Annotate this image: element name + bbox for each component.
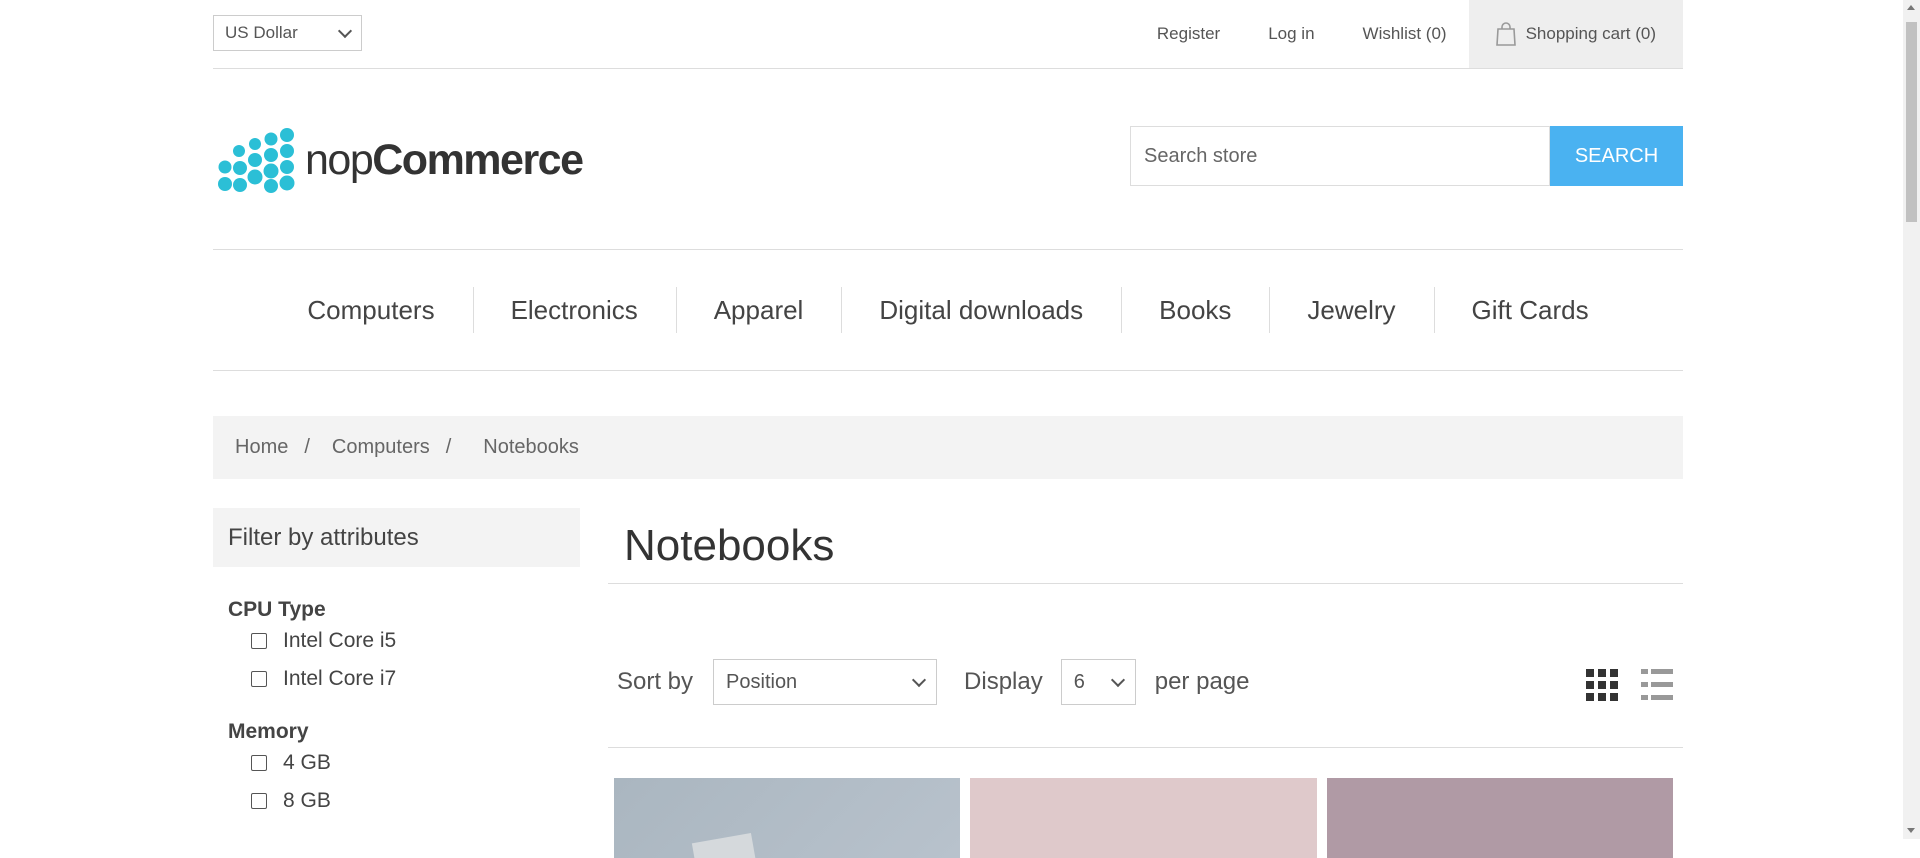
breadcrumb-current: Notebooks xyxy=(483,436,579,458)
filter-option-label: 4 GB xyxy=(283,751,331,774)
page-size-value: 6 xyxy=(1073,670,1085,693)
logo-text-suffix: Commerce xyxy=(372,135,584,184)
menu-item-books[interactable]: Books xyxy=(1121,286,1269,333)
filter-option-8gb[interactable]: 8 GB xyxy=(213,782,580,820)
scrollbar-thumb[interactable] xyxy=(1906,22,1917,222)
list-view-icon[interactable] xyxy=(1640,668,1674,702)
page-title: Notebooks xyxy=(608,508,1683,584)
filter-group-cpu: CPU Type Intel Core i5 Intel Core i7 xyxy=(213,598,580,698)
checkbox[interactable] xyxy=(251,671,267,687)
menu-item-digital-downloads[interactable]: Digital downloads xyxy=(841,286,1121,333)
page-scrollbar[interactable] xyxy=(1903,0,1920,839)
chevron-down-icon xyxy=(911,672,927,687)
product-image[interactable] xyxy=(1326,778,1673,858)
header-upper: US Dollar Register Log in Wishlist (0) S… xyxy=(213,0,1683,69)
filter-option-4gb[interactable]: 4 GB xyxy=(213,744,580,782)
page-size-select[interactable]: 6 xyxy=(1060,659,1136,705)
filter-group-title: Memory xyxy=(228,720,309,743)
sort-by-label: Sort by xyxy=(617,668,694,695)
menu-item-electronics[interactable]: Electronics xyxy=(472,286,676,333)
filter-title: Filter by attributes xyxy=(213,508,580,567)
display-label: Display xyxy=(964,668,1043,695)
sort-by-value: Position xyxy=(726,670,798,693)
filter-option-intel-core-i5[interactable]: Intel Core i5 xyxy=(213,622,580,660)
chevron-down-icon xyxy=(1110,672,1125,687)
filter-option-label: 8 GB xyxy=(283,789,331,812)
search-input[interactable]: Search store xyxy=(1130,126,1550,186)
top-menu: Computers Electronics Apparel Digital do… xyxy=(213,250,1683,371)
page-container: US Dollar Register Log in Wishlist (0) S… xyxy=(213,0,1683,858)
register-link[interactable]: Register xyxy=(1157,24,1220,44)
product-image[interactable] xyxy=(970,778,1317,858)
filter-option-intel-core-i7[interactable]: Intel Core i7 xyxy=(213,660,580,698)
login-link[interactable]: Log in xyxy=(1268,24,1314,44)
sort-and-display: Sort by Position Display 6 per page xyxy=(617,659,1249,705)
header-links: Register Log in Wishlist (0) Shopping ca… xyxy=(1157,0,1683,68)
breadcrumb-home[interactable]: Home xyxy=(235,436,288,459)
store-logo[interactable]: nopCommerce xyxy=(213,125,584,195)
scroll-down-arrow-icon[interactable] xyxy=(1907,828,1915,833)
shopping-cart-link[interactable]: Shopping cart (0) xyxy=(1468,0,1683,68)
logo-text: nopCommerce xyxy=(305,135,584,185)
filter-option-label: Intel Core i5 xyxy=(283,629,397,652)
breadcrumb-separator: / xyxy=(445,436,452,458)
search-button[interactable]: SEARCH xyxy=(1550,126,1683,186)
product-selectors: Sort by Position Display 6 per page xyxy=(608,584,1683,748)
sort-by-select[interactable]: Position xyxy=(713,659,938,705)
filter-group-memory: Memory 4 GB 8 GB xyxy=(213,720,580,820)
breadcrumb: Home / Computers / Notebooks xyxy=(213,416,1683,479)
breadcrumb-separator: / xyxy=(304,436,310,458)
menu-item-jewelry[interactable]: Jewelry xyxy=(1269,286,1433,333)
checkbox[interactable] xyxy=(251,755,267,771)
search-box: Search store SEARCH xyxy=(1130,126,1683,186)
breadcrumb-computers[interactable]: Computers xyxy=(332,436,430,459)
product-image[interactable] xyxy=(614,778,961,858)
checkbox[interactable] xyxy=(251,793,267,809)
product-grid xyxy=(608,778,1683,858)
cart-label: Shopping cart (0) xyxy=(1525,24,1656,43)
currency-selector[interactable]: US Dollar xyxy=(213,15,362,51)
per-page-label: per page xyxy=(1154,668,1250,695)
filter-option-label: Intel Core i7 xyxy=(283,667,397,690)
menu-item-gift-cards[interactable]: Gift Cards xyxy=(1433,286,1627,333)
wishlist-link[interactable]: Wishlist (0) xyxy=(1363,24,1447,44)
filter-group-title: CPU Type xyxy=(228,598,326,621)
checkbox[interactable] xyxy=(251,633,267,649)
header-lower: nopCommerce Search store SEARCH xyxy=(213,69,1683,250)
menu-item-computers[interactable]: Computers xyxy=(269,295,472,326)
logo-text-prefix: nop xyxy=(305,135,374,184)
menu-item-apparel[interactable]: Apparel xyxy=(675,286,842,333)
cart-bag-icon xyxy=(1495,22,1516,46)
grid-view-icon[interactable] xyxy=(1585,668,1619,702)
logo-dots-icon xyxy=(218,128,295,193)
category-main: Notebooks Sort by Position Display 6 per… xyxy=(608,508,1683,858)
view-mode-toggle xyxy=(1564,668,1674,702)
currency-value: US Dollar xyxy=(225,23,298,42)
filter-sidebar: Filter by attributes CPU Type Intel Core… xyxy=(213,508,580,820)
chevron-down-icon xyxy=(337,23,353,38)
scroll-up-arrow-icon[interactable] xyxy=(1907,5,1915,10)
